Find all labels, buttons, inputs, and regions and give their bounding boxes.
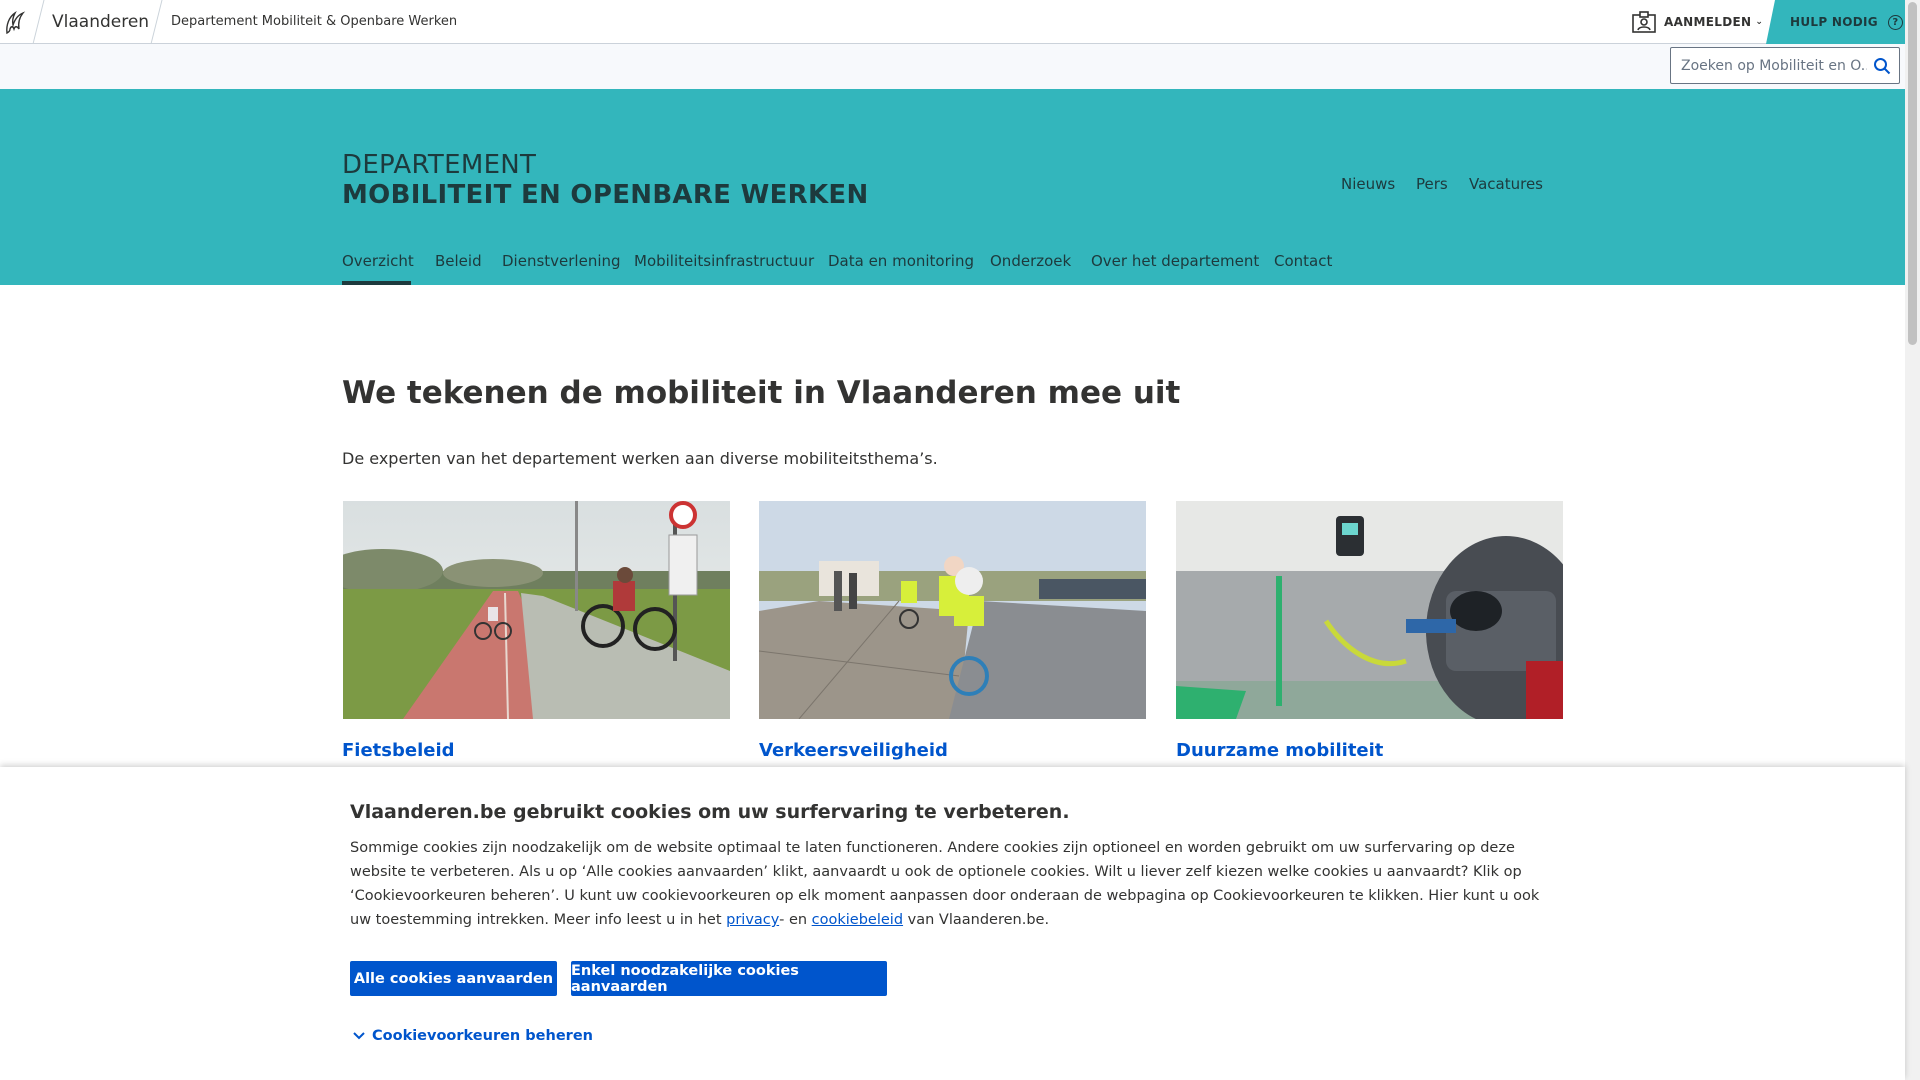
cookie-preferences-label: Cookievoorkeuren beheren [372,1028,593,1044]
site-title-line2[interactable]: MOBILITEIT EN OPENBARE WERKEN [342,180,869,210]
cookiebeleid-link[interactable]: cookiebeleid [812,912,903,928]
tab-beleid[interactable]: Beleid [435,252,482,270]
top-link-vacatures[interactable]: Vacatures [1469,175,1543,193]
question-mark-icon: ? [1887,14,1903,30]
login-button[interactable]: AANMELDEN ⌄ [1632,10,1763,34]
header-separator [150,0,163,44]
chevron-down-icon: ⌄ [1755,17,1764,27]
card-image-duurzame-mobiliteit[interactable] [1176,501,1563,719]
top-link-nieuws[interactable]: Nieuws [1341,175,1395,193]
tab-contact[interactable]: Contact [1274,252,1332,270]
search-box [1670,47,1900,84]
site-title-line1[interactable]: DEPARTEMENT [342,150,536,180]
search-icon[interactable] [1873,57,1891,75]
card-title-duurzame-mobiliteit[interactable]: Duurzame mobiliteit [1176,740,1383,761]
id-card-icon [1632,11,1656,33]
scrollbar-thumb[interactable] [1908,2,1917,345]
cookie-text-part: van Vlaanderen.be. [903,912,1050,928]
search-strip [0,44,1905,89]
tab-over-het-departement[interactable]: Over het departement [1091,252,1259,270]
active-tab-indicator [342,281,411,285]
privacy-link[interactable]: privacy [726,912,779,928]
accept-necessary-cookies-button[interactable]: Enkel noodzakelijke cookies aanvaarden [571,961,887,996]
card-image-fietsbeleid[interactable] [343,501,730,719]
card-title-verkeersveiligheid[interactable]: Verkeersveiligheid [759,740,948,761]
department-link[interactable]: Departement Mobiliteit & Openbare Werken [171,14,457,29]
tab-mobiliteitsinfrastructuur[interactable]: Mobiliteitsinfrastructuur [634,252,814,270]
top-link-pers[interactable]: Pers [1416,175,1448,193]
vlaanderen-lion-logo-icon[interactable] [3,7,27,37]
brand-link[interactable]: Vlaanderen [52,12,149,32]
cookie-preferences-toggle[interactable]: Cookievoorkeuren beheren [352,1028,593,1044]
chevron-down-icon [353,1032,365,1040]
intro-text: De experten van het departement werken a… [342,449,938,468]
help-label: HULP NODIG [1790,15,1878,29]
search-input[interactable] [1671,48,1867,83]
card-image-verkeersveiligheid[interactable] [759,501,1146,719]
header-separator [32,0,45,44]
cookie-banner-text: Sommige cookies zijn noodzakelijk om de … [350,836,1562,932]
login-label: AANMELDEN [1664,15,1752,29]
accept-all-cookies-button[interactable]: Alle cookies aanvaarden [350,961,557,996]
tab-onderzoek[interactable]: Onderzoek [990,252,1071,270]
card-title-fietsbeleid[interactable]: Fietsbeleid [342,740,455,761]
tab-overzicht[interactable]: Overzicht [342,252,414,270]
help-button[interactable]: HULP NODIG ? [1766,0,1905,44]
tab-data-en-monitoring[interactable]: Data en monitoring [828,252,974,270]
page-heading: We tekenen de mobiliteit in Vlaanderen m… [342,375,1181,411]
global-header: Vlaanderen Departement Mobiliteit & Open… [0,0,1905,44]
tab-dienstverlening[interactable]: Dienstverlening [502,252,621,270]
cookie-text-part: - en [779,912,812,928]
cookie-banner-title: Vlaanderen.be gebruikt cookies om uw sur… [350,801,1070,823]
